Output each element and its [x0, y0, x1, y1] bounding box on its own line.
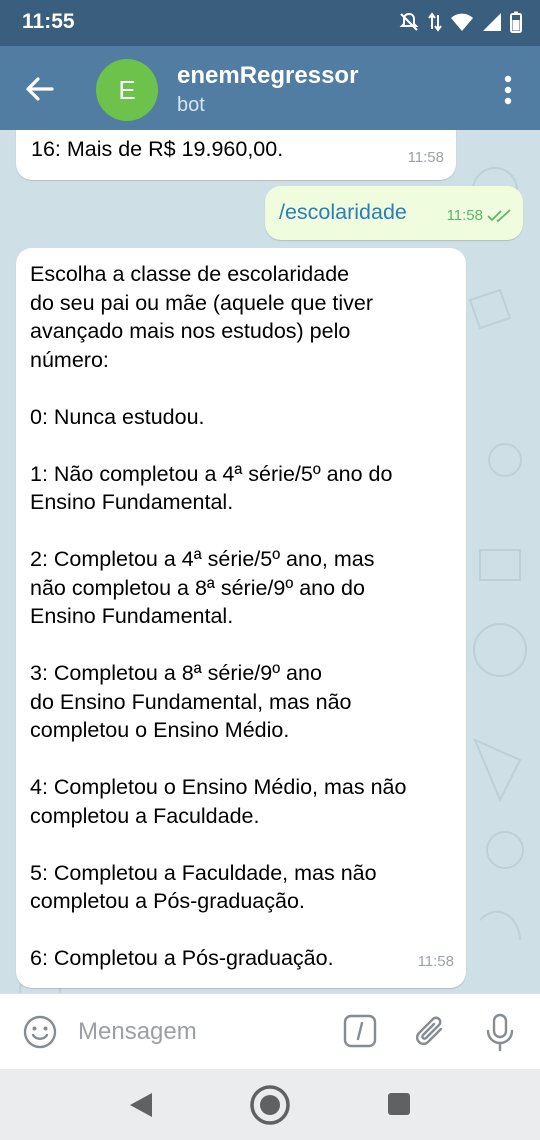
- chat-subtitle: bot: [177, 94, 205, 116]
- signal-icon: [483, 13, 501, 31]
- message-meta: 11:58: [447, 202, 513, 231]
- wifi-icon: [451, 13, 473, 31]
- battery-icon: [510, 11, 522, 33]
- back-arrow-icon[interactable]: [22, 72, 56, 106]
- more-options-icon[interactable]: [502, 74, 514, 106]
- read-checkmarks-icon: [487, 209, 511, 222]
- emoji-icon[interactable]: [22, 1014, 58, 1050]
- status-icons: [398, 10, 522, 34]
- chat-title[interactable]: enemRegressor: [177, 62, 358, 90]
- nav-home-icon[interactable]: [249, 1084, 291, 1126]
- message-bubble-incoming[interactable]: Escolha a classe de escolaridade do seu …: [16, 248, 466, 988]
- data-arrows-icon: [428, 12, 442, 32]
- message-list[interactable]: 15: De R$ 14.970,01 até R$ 19.960,00. 16…: [0, 130, 540, 993]
- message-text: Escolha a classe de escolaridade do seu …: [30, 262, 407, 970]
- message-time: 11:58: [417, 952, 454, 970]
- avatar[interactable]: E: [96, 59, 158, 121]
- attach-icon[interactable]: [413, 1013, 449, 1051]
- status-time: 11:55: [22, 10, 75, 33]
- message-bubble-incoming[interactable]: 15: De R$ 14.970,01 até R$ 19.960,00. 16…: [16, 130, 456, 180]
- message-input[interactable]: Mensagem: [78, 1018, 197, 1046]
- status-bar: 11:55: [0, 0, 540, 46]
- nav-back-icon[interactable]: [128, 1091, 154, 1119]
- microphone-icon[interactable]: [484, 1012, 516, 1052]
- message-time: 11:58: [446, 206, 483, 224]
- chat-header: E enemRegressor bot: [0, 46, 540, 130]
- mute-icon: [399, 12, 419, 31]
- composer: Mensagem: [0, 993, 540, 1070]
- message-time: 11:58: [407, 148, 444, 166]
- system-nav-bar: [0, 1069, 540, 1140]
- nav-recents-icon[interactable]: [388, 1093, 410, 1115]
- message-bubble-outgoing[interactable]: /escolaridade 11:58: [265, 186, 523, 240]
- bot-commands-icon[interactable]: [343, 1014, 377, 1048]
- command-link[interactable]: /escolaridade: [279, 198, 407, 227]
- message-text: 15: De R$ 14.970,01 até R$ 19.960,00. 16…: [31, 130, 406, 161]
